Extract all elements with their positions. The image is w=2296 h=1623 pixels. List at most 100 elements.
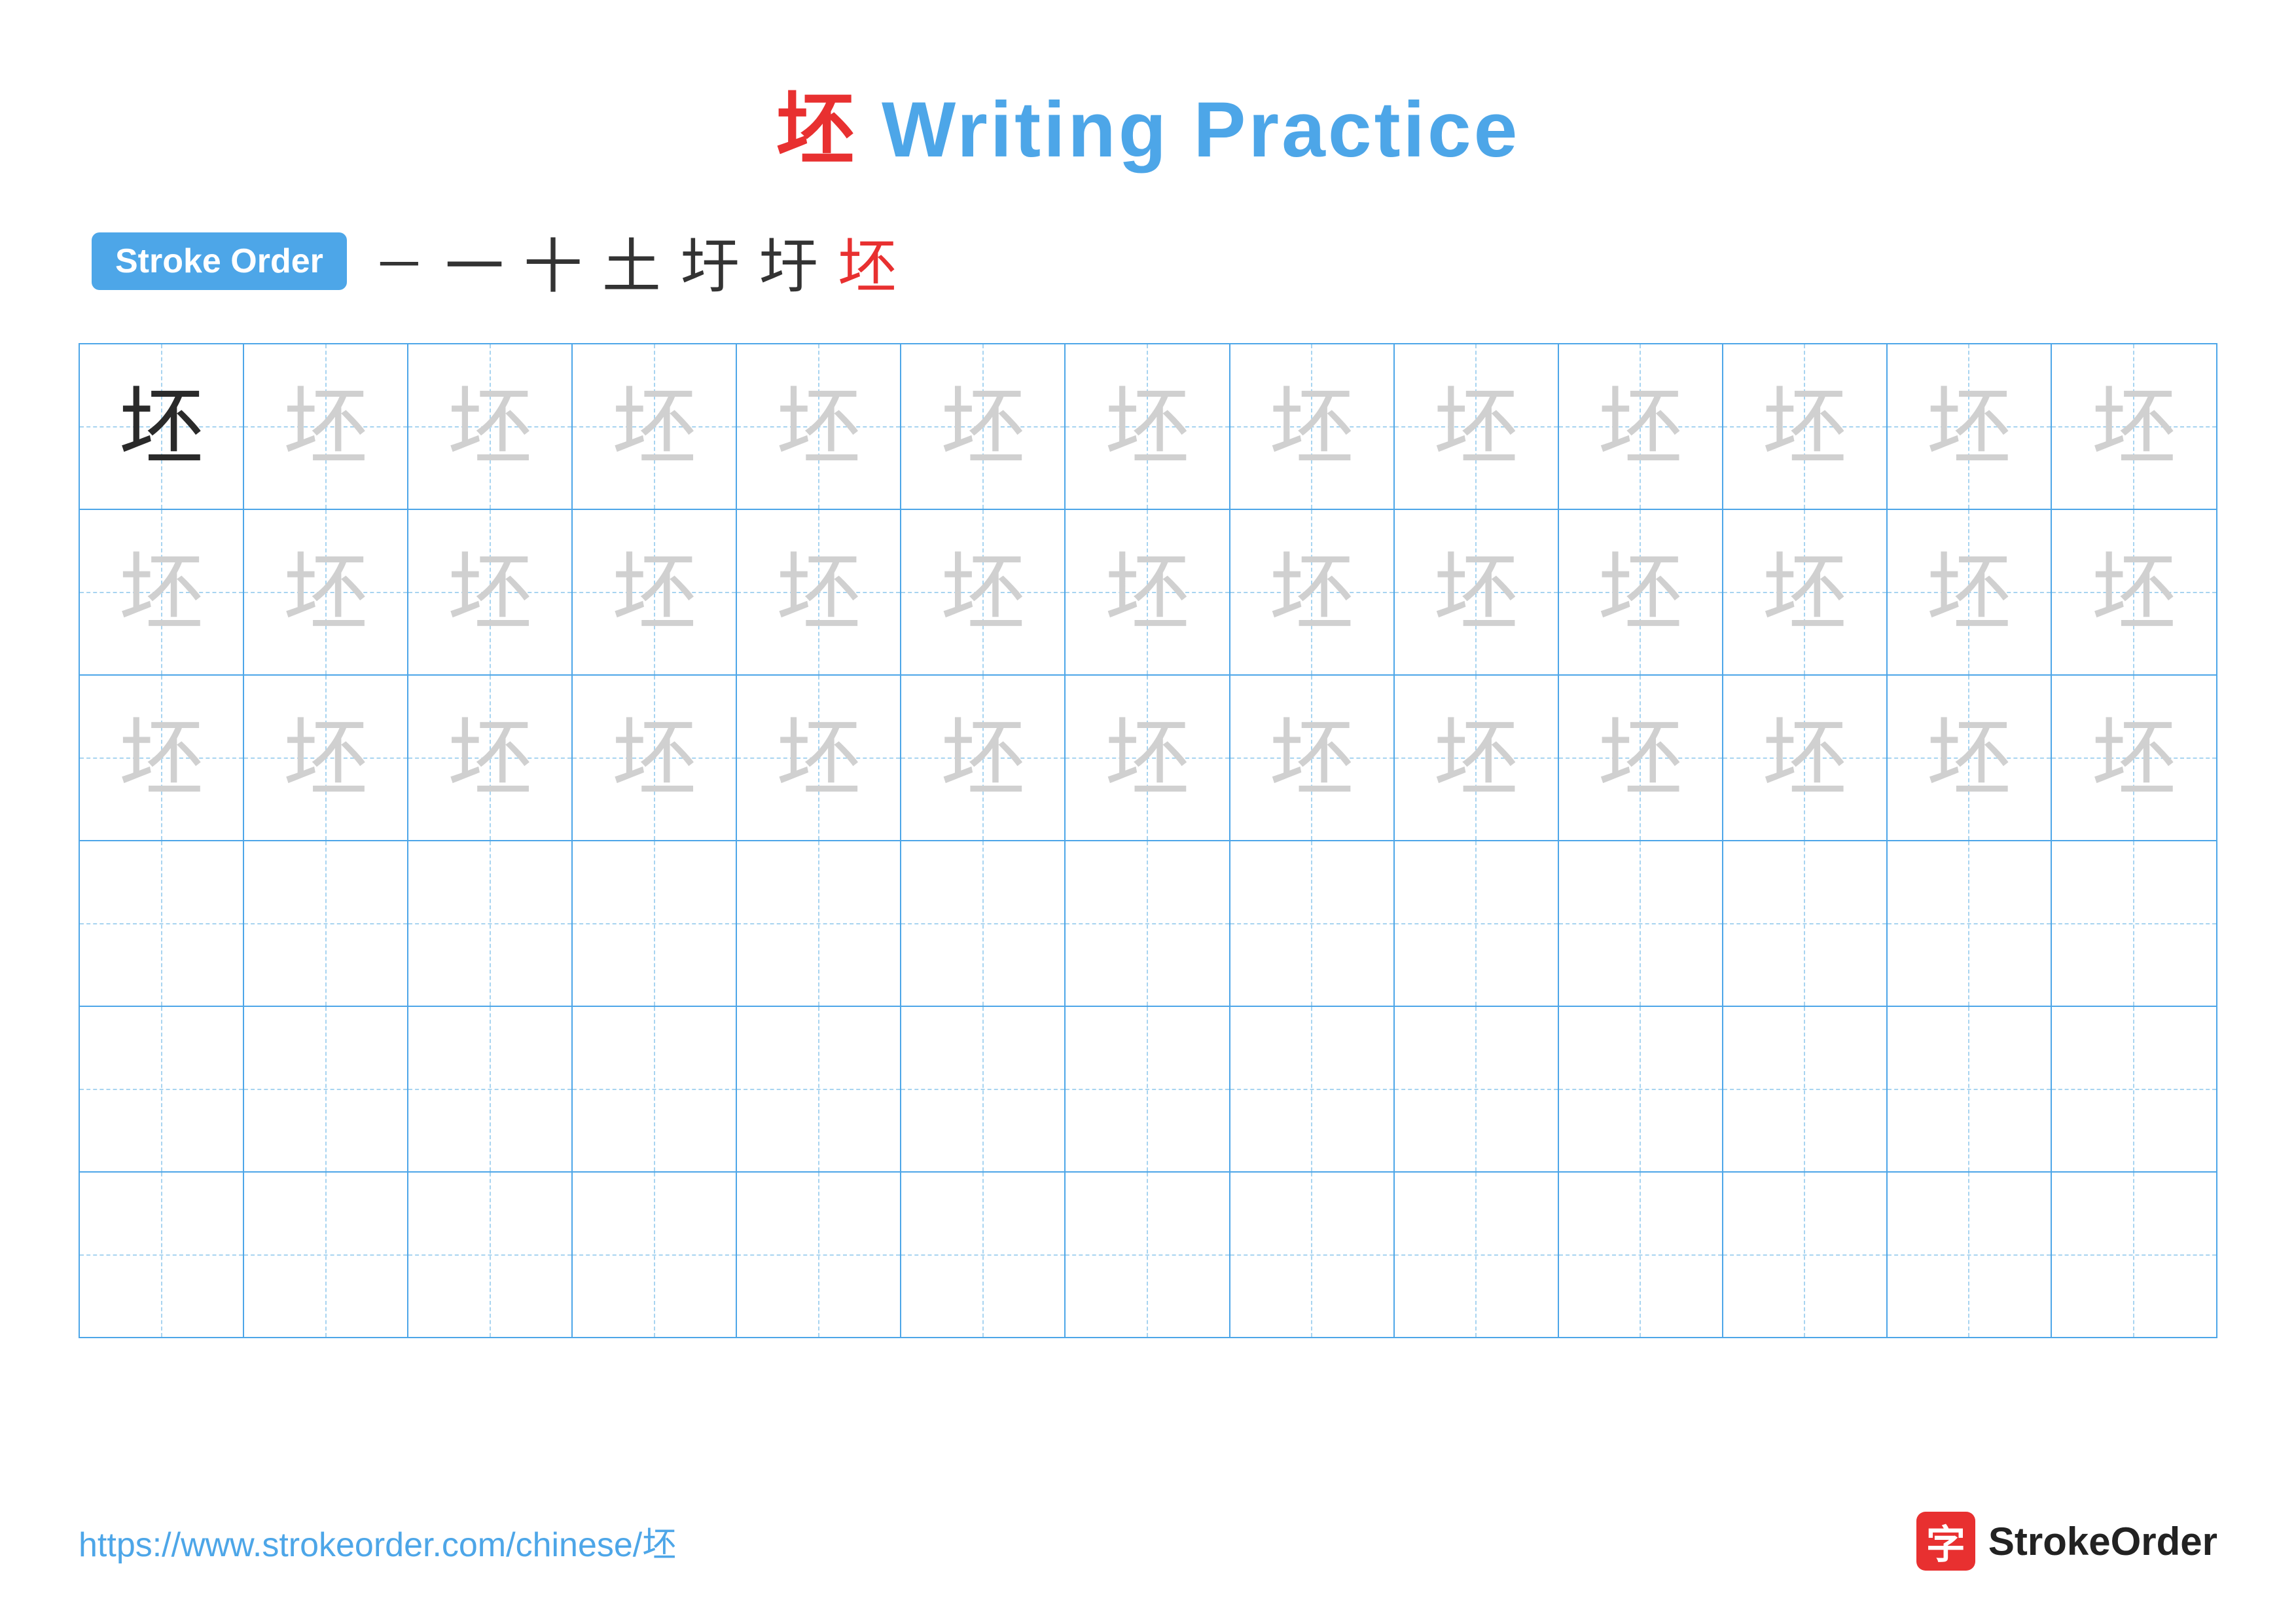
cell-character: 坯 — [1598, 716, 1683, 801]
grid-cell — [1559, 1173, 1723, 1337]
stroke-step-1: 十 — [524, 219, 583, 304]
grid-row-2: 坯 坯 坯 坯 坯 坯 坯 坯 坯 坯 坯 坯 坯 — [80, 510, 2216, 676]
cell-character: 坯 — [1926, 384, 2011, 469]
grid-cell — [901, 1007, 1066, 1171]
grid-cell — [408, 841, 573, 1006]
grid-cell: 坯 — [1230, 676, 1395, 840]
grid-cell — [1723, 1173, 1888, 1337]
grid-cell: 坯 — [244, 344, 408, 509]
grid-row-5 — [80, 1007, 2216, 1173]
footer-url[interactable]: https://www.strokeorder.com/chinese/坯 — [79, 1517, 676, 1566]
grid-cell — [244, 1173, 408, 1337]
grid-cell: 坯 — [244, 676, 408, 840]
title-rest: Writing Practice — [857, 86, 1520, 173]
grid-cell — [1066, 1007, 1230, 1171]
grid-cell — [244, 1007, 408, 1171]
cell-character: 坯 — [1762, 384, 1847, 469]
footer-logo: 字 StrokeOrder — [1916, 1512, 2217, 1571]
grid-cell: 坯 — [1888, 344, 2052, 509]
cell-character: 坯 — [119, 384, 204, 469]
grid-row-3: 坯 坯 坯 坯 坯 坯 坯 坯 坯 坯 坯 坯 坯 — [80, 676, 2216, 841]
practice-grid: 坯 坯 坯 坯 坯 坯 坯 坯 坯 坯 坯 坯 坯 坯 坯 坯 坯 坯 坯 坯 … — [79, 343, 2217, 1338]
grid-row-1: 坯 坯 坯 坯 坯 坯 坯 坯 坯 坯 坯 坯 坯 — [80, 344, 2216, 510]
grid-row-4 — [80, 841, 2216, 1007]
cell-character: 坯 — [283, 716, 368, 801]
cell-character: 坯 — [941, 550, 1026, 635]
page: 坯 Writing Practice Stroke Order － 一 十 土 … — [0, 0, 2296, 1623]
cell-character: 坯 — [1598, 384, 1683, 469]
grid-cell — [1559, 841, 1723, 1006]
grid-cell: 坯 — [1723, 344, 1888, 509]
grid-cell — [80, 841, 244, 1006]
cell-character: 坯 — [283, 384, 368, 469]
cell-character: 坯 — [1105, 384, 1190, 469]
cell-character: 坯 — [2091, 716, 2176, 801]
stroke-dash-0: － — [373, 223, 425, 299]
stroke-sequence: － 一 十 土 圩 圩 坯 — [373, 219, 897, 304]
grid-cell: 坯 — [1395, 510, 1559, 674]
grid-cell — [2052, 1173, 2216, 1337]
grid-cell: 坯 — [1559, 676, 1723, 840]
grid-cell — [573, 841, 737, 1006]
grid-cell: 坯 — [80, 676, 244, 840]
grid-cell — [1395, 1173, 1559, 1337]
cell-character: 坯 — [1598, 550, 1683, 635]
stroke-step-5: 坯 — [838, 219, 897, 304]
cell-character: 坯 — [1433, 384, 1518, 469]
grid-cell: 坯 — [2052, 344, 2216, 509]
grid-cell: 坯 — [573, 676, 737, 840]
grid-cell: 坯 — [1723, 676, 1888, 840]
cell-character: 坯 — [941, 384, 1026, 469]
grid-cell — [901, 1173, 1066, 1337]
grid-cell — [1888, 1007, 2052, 1171]
grid-cell — [1723, 1007, 1888, 1171]
grid-cell — [2052, 1007, 2216, 1171]
cell-character: 坯 — [1762, 716, 1847, 801]
grid-cell: 坯 — [1559, 510, 1723, 674]
grid-cell — [1888, 841, 2052, 1006]
grid-cell: 坯 — [1066, 344, 1230, 509]
cell-character: 坯 — [1926, 550, 2011, 635]
cell-character: 坯 — [1433, 550, 1518, 635]
cell-character: 坯 — [2091, 384, 2176, 469]
grid-cell: 坯 — [1888, 510, 2052, 674]
footer: https://www.strokeorder.com/chinese/坯 字 … — [79, 1486, 2217, 1571]
grid-cell: 坯 — [2052, 510, 2216, 674]
grid-cell — [737, 841, 901, 1006]
grid-cell — [1559, 1007, 1723, 1171]
grid-cell — [408, 1007, 573, 1171]
grid-cell: 坯 — [1066, 676, 1230, 840]
grid-cell: 坯 — [737, 676, 901, 840]
grid-cell — [1723, 841, 1888, 1006]
grid-cell — [573, 1173, 737, 1337]
grid-cell: 坯 — [1888, 676, 2052, 840]
grid-cell — [1066, 1173, 1230, 1337]
cell-character: 坯 — [1105, 716, 1190, 801]
grid-cell — [1230, 841, 1395, 1006]
grid-cell: 坯 — [1559, 344, 1723, 509]
cell-character: 坯 — [1105, 550, 1190, 635]
cell-character: 坯 — [1269, 716, 1354, 801]
cell-character: 坯 — [1269, 550, 1354, 635]
grid-cell: 坯 — [573, 510, 737, 674]
stroke-step-4: 圩 — [759, 219, 818, 304]
grid-cell — [2052, 841, 2216, 1006]
cell-character: 坯 — [448, 716, 533, 801]
grid-cell: 坯 — [1395, 676, 1559, 840]
cell-character: 坯 — [612, 550, 697, 635]
strokeorder-logo-icon: 字 — [1916, 1512, 1975, 1571]
cell-character: 坯 — [612, 384, 697, 469]
grid-cell — [1230, 1173, 1395, 1337]
grid-cell: 坯 — [408, 676, 573, 840]
grid-cell — [737, 1007, 901, 1171]
grid-cell: 坯 — [901, 676, 1066, 840]
grid-cell — [1230, 1007, 1395, 1171]
grid-cell: 坯 — [1395, 344, 1559, 509]
grid-cell — [80, 1007, 244, 1171]
grid-cell — [408, 1173, 573, 1337]
cell-character: 坯 — [448, 384, 533, 469]
grid-cell: 坯 — [901, 510, 1066, 674]
cell-character: 坯 — [776, 716, 861, 801]
grid-cell — [573, 1007, 737, 1171]
grid-cell: 坯 — [408, 510, 573, 674]
